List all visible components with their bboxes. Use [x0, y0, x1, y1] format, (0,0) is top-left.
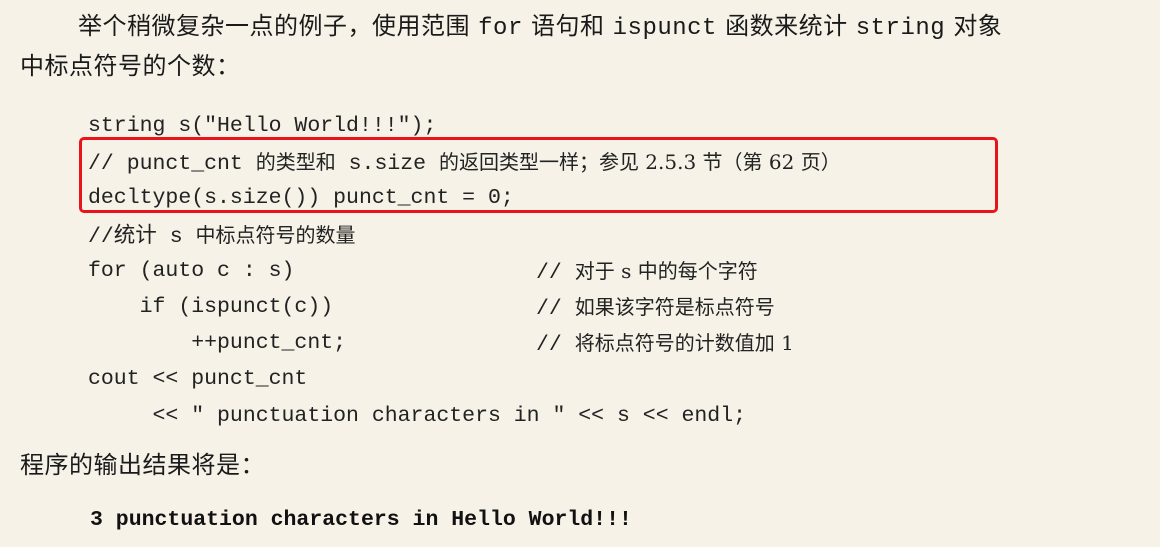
code-inline-comment: // 如果该字符是标点符号 — [536, 289, 775, 327]
code-comment: // punct_cnt — [88, 152, 256, 177]
code-line-highlighted: decltype(s.size()) punct_cnt = 0; — [88, 186, 514, 211]
keyword-for: for — [478, 15, 523, 42]
code-statement: ++punct_cnt; — [88, 331, 347, 356]
comment-text: 如果该字符是标点符号 — [574, 294, 775, 319]
code-comment: s.size — [335, 152, 439, 177]
intro-text: 举个稍微复杂一点的例子，使用范围 — [78, 12, 470, 40]
program-output: 3 punctuation characters in Hello World!… — [90, 508, 632, 532]
intro-paragraph-line-2: 中标点符号的个数： — [20, 52, 241, 80]
code-comment: //统计 s — [88, 224, 196, 249]
comment-text: 对于 s 中的每个字符 — [574, 258, 758, 283]
code-comment-text: 的返回类型一样；参见 2.5.3 节（第 62 页） — [438, 150, 841, 175]
comment-marker: // — [536, 333, 575, 358]
output-label: 程序的输出结果将是： — [20, 451, 265, 479]
code-line: if (ispunct(c)) // 如果该字符是标点符号 — [88, 289, 1148, 325]
code-inline-comment: // 将标点符号的计数值加 1 — [536, 325, 794, 363]
code-line: << " punctuation characters in " << s <<… — [88, 403, 747, 428]
code-line: string s("Hello World!!!"); — [88, 114, 437, 138]
intro-text: 函数来统计 — [725, 12, 848, 40]
comment-marker: // — [536, 296, 575, 321]
comment-text: 将标点符号的计数值加 1 — [574, 331, 794, 356]
code-line: //统计 s 中标点符号的数量 — [88, 217, 1148, 253]
keyword-ispunct: ispunct — [612, 15, 717, 42]
code-inline-comment: // 对于 s 中的每个字符 — [536, 253, 758, 291]
comment-marker: // — [536, 260, 575, 285]
code-line: cout << punct_cnt — [88, 367, 308, 392]
intro-text: 对象 — [953, 12, 1003, 40]
code-comment-text: 的类型和 — [255, 150, 336, 175]
code-line: ++punct_cnt; // 将标点符号的计数值加 1 — [88, 325, 1148, 361]
code-line: for (auto c : s) // 对于 s 中的每个字符 — [88, 253, 1148, 289]
code-statement: for (auto c : s) — [88, 258, 295, 283]
intro-text: 语句和 — [531, 12, 605, 40]
code-line-highlighted: // punct_cnt 的类型和 s.size 的返回类型一样；参见 2.5.… — [88, 144, 1148, 180]
keyword-string: string — [855, 15, 946, 42]
code-statement: if (ispunct(c)) — [88, 294, 334, 319]
code-block: string s("Hello World!!!"); // punct_cnt… — [88, 108, 1148, 434]
code-comment-text: 中标点符号的数量 — [195, 222, 356, 247]
